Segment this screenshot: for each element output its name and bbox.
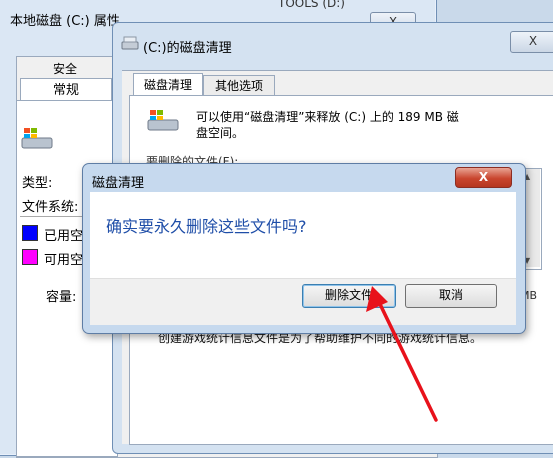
disk-cleanup-icon — [121, 36, 139, 50]
type-label: 类型: — [22, 176, 53, 191]
used-space-swatch — [22, 225, 38, 241]
drive-icon — [21, 128, 53, 149]
cancel-button[interactable]: 取消 — [405, 284, 497, 308]
tools-window-title: TOOLS (D:) — [278, 0, 345, 10]
cleanup-description-line2: 盘空间。 — [196, 126, 245, 140]
free-space-swatch — [22, 249, 38, 265]
used-space-label: 已用空 — [44, 229, 84, 244]
tab-disk-cleanup[interactable]: 磁盘清理 — [133, 73, 203, 96]
properties-window-title: 本地磁盘 (C:) 属性 — [10, 14, 120, 29]
confirm-dialog-close-button[interactable]: X — [455, 167, 512, 188]
delete-files-button[interactable]: 删除文件 — [302, 284, 396, 308]
confirm-dialog-title: 磁盘清理 — [92, 176, 145, 191]
disk-cleanup-title: (C:)的磁盘清理 — [143, 41, 232, 56]
cleanup-description: 可以使用“磁盘清理”来释放 (C:) 上的 189 MB 磁 — [196, 110, 459, 124]
confirm-message: 确实要永久删除这些文件吗? — [106, 217, 307, 236]
tab-more-options[interactable]: 其他选项 — [203, 75, 275, 96]
tab-general[interactable]: 常规 — [20, 78, 112, 101]
filesystem-label: 文件系统: — [22, 200, 79, 215]
tab-security[interactable]: 安全 — [20, 60, 110, 78]
drive-icon — [147, 110, 179, 131]
free-space-label: 可用空 — [44, 253, 84, 268]
capacity-label: 容量: — [46, 290, 77, 305]
disk-cleanup-close-button[interactable]: X — [510, 31, 553, 53]
